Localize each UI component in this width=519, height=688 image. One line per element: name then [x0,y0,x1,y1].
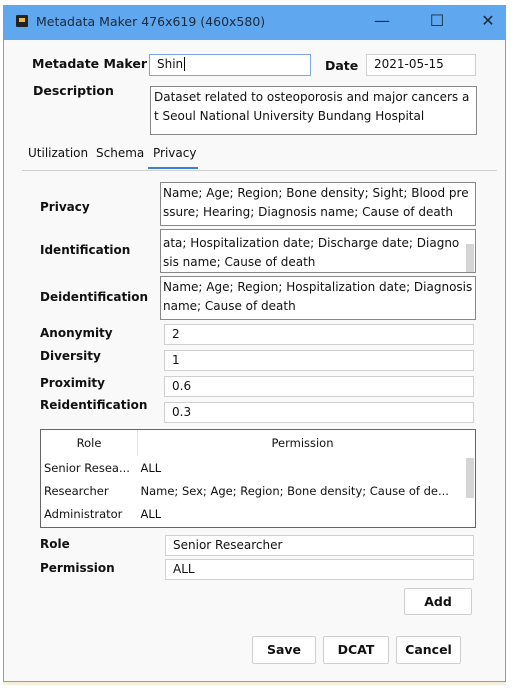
role-cell: Researcher [44,483,109,498]
maker-value: Shin [157,57,184,71]
maker-input[interactable]: Shin [149,54,311,76]
add-button[interactable]: Add [404,588,472,615]
role-input[interactable]: Senior Researcher [165,535,474,556]
role-cell: Administrator [44,506,123,521]
deidentification-label: Deidentification [40,290,149,304]
diversity-input[interactable]: 1 [164,350,474,371]
date-label: Date [325,58,359,73]
permission-label: Permission [40,561,115,575]
deidentification-input[interactable]: Name; Age; Region; Hospitalization date;… [160,276,476,320]
diversity-label: Diversity [40,349,101,363]
tab-schema[interactable]: Schema [96,146,144,160]
active-tab-indicator [148,167,198,169]
column-header-role[interactable]: Role [41,430,138,456]
permission-input[interactable]: ALL [165,559,474,580]
role-cell: Senior Resea... [44,460,130,475]
permission-table[interactable]: Role Permission Senior Resea... ALL Resea… [40,429,476,528]
table-row[interactable]: Senior Resea... ALL [41,456,467,479]
column-header-permission[interactable]: Permission [138,430,468,456]
window-title: Metadata Maker 476x619 (460x580) [36,14,266,29]
privacy-input[interactable]: Name; Age; Region; Bone density; Sight; … [160,182,476,226]
table-row[interactable]: Administrator ALL [41,502,467,525]
role-label: Role [40,537,70,551]
window-bottom-edge [3,682,506,685]
dcat-button[interactable]: DCAT [323,636,389,664]
scrollbar[interactable] [466,244,474,272]
identification-label: Identification [40,243,131,257]
maximize-button[interactable]: ☐ [427,11,447,30]
maker-label: Metadate Maker [32,56,148,71]
proximity-input[interactable]: 0.6 [164,376,474,397]
permission-cell: Name; Sex; Age; Region; Bone density; Ca… [140,483,449,498]
reidentification-label: Reidentification [40,398,148,412]
minimize-button[interactable]: — [372,11,392,30]
permission-cell: ALL [140,506,162,521]
permission-cell: ALL [140,460,162,475]
tab-privacy[interactable]: Privacy [153,146,196,160]
cancel-button[interactable]: Cancel [396,636,461,664]
app-icon [16,15,28,27]
date-input[interactable]: 2021-05-15 [366,54,476,76]
identification-value: ata; Hospitalization date; Discharge dat… [163,236,460,269]
proximity-label: Proximity [40,376,105,390]
description-input[interactable]: Dataset related to osteoporosis and majo… [150,86,477,135]
table-scrollbar[interactable] [466,458,474,498]
close-button[interactable]: ✕ [478,11,498,30]
anonymity-label: Anonymity [40,326,113,340]
tab-divider [22,170,497,171]
anonymity-input[interactable]: 2 [164,324,474,345]
identification-input[interactable]: ata; Hospitalization date; Discharge dat… [160,229,476,273]
description-label: Description [33,83,114,98]
save-button[interactable]: Save [252,636,316,664]
reidentification-input[interactable]: 0.3 [164,402,474,423]
privacy-label: Privacy [40,200,90,214]
table-row[interactable]: Researcher Name; Sex; Age; Region; Bone d… [41,479,467,502]
tab-utilization[interactable]: Utilization [28,146,88,160]
